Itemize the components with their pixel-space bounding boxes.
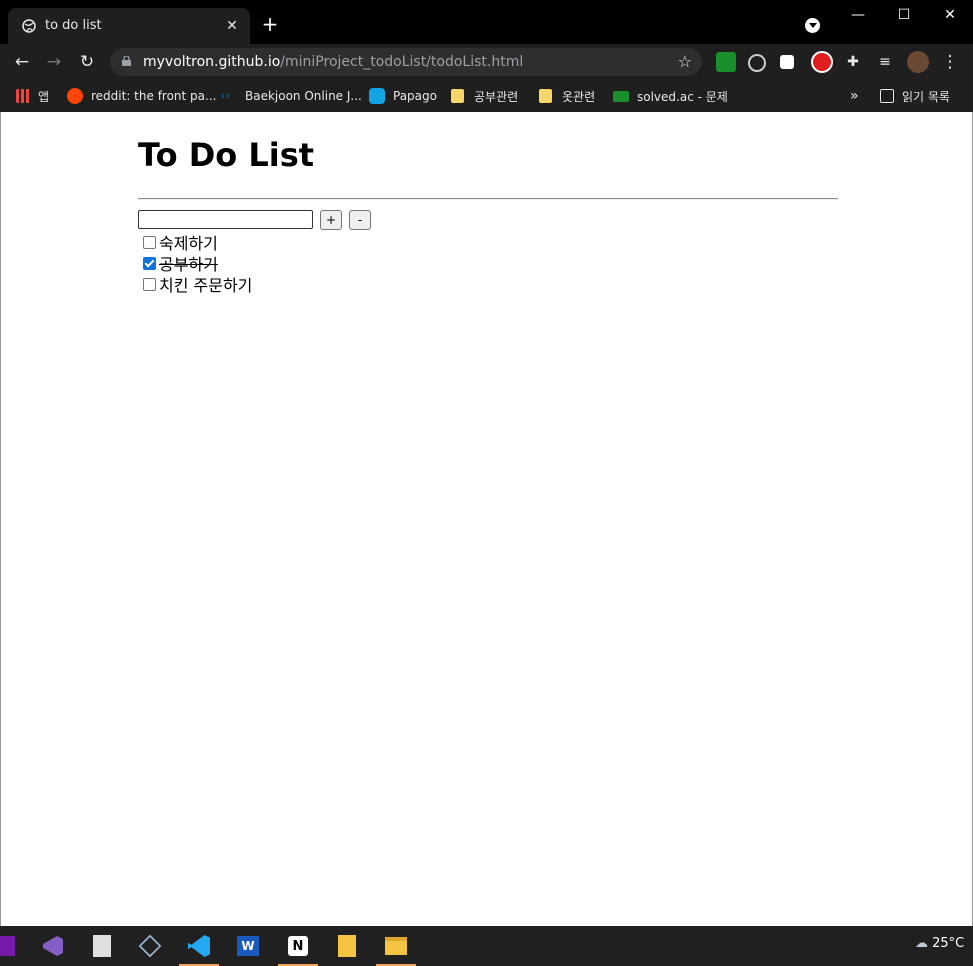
app-glyph	[0, 936, 15, 956]
bookmark-item[interactable]: solved.ac - 문제	[613, 85, 728, 107]
page-content: To Do List + - 숙제하기 공부하기 치킨 주문하기	[0, 112, 973, 926]
todo-item: 숙제하기	[140, 232, 218, 253]
cloud-rain-icon: ☁	[915, 936, 928, 951]
bookmark-item[interactable]: Papago	[369, 85, 437, 107]
more-bookmarks-chevron-icon[interactable]: »	[850, 85, 859, 107]
app-glyph: N	[288, 936, 308, 956]
url-host: myvoltron.github.io	[143, 54, 281, 70]
divider	[138, 198, 838, 200]
app-glyph	[93, 935, 111, 957]
visual-studio-app-icon[interactable]	[38, 932, 68, 960]
page-title: To Do List	[138, 136, 315, 174]
forward-arrow-icon[interactable]: →	[42, 50, 66, 74]
solvedac-icon	[613, 90, 629, 102]
minimize-button[interactable]: —	[835, 0, 881, 30]
address-bar[interactable]: myvoltron.github.io/miniProject_todoList…	[110, 48, 702, 76]
lock-icon	[122, 56, 131, 66]
bookmark-label: 옷관련	[562, 89, 596, 104]
tab-active[interactable]: to do list ✕	[8, 8, 250, 44]
tab-close-icon[interactable]: ✕	[222, 16, 242, 36]
add-todo-button[interactable]: +	[320, 210, 342, 230]
bookmark-label: Baekjoon Online J...	[245, 89, 362, 103]
new-tab-button[interactable]: +	[260, 14, 280, 34]
profile-avatar[interactable]	[907, 51, 929, 73]
folder-icon	[451, 89, 464, 103]
reddit-icon	[67, 88, 83, 104]
reading-list-icon	[880, 89, 894, 103]
maximize-button[interactable]: ☐	[881, 0, 927, 30]
todo-checkbox[interactable]	[143, 256, 156, 270]
bookmark-label: solved.ac - 문제	[637, 89, 728, 104]
browser-toolbar: ← → ↻ myvoltron.github.io/miniProject_to…	[0, 44, 973, 80]
adblock-extension-icon[interactable]	[811, 51, 833, 73]
folder-icon	[539, 89, 552, 103]
todo-checkbox[interactable]	[143, 277, 156, 291]
bookmark-star-icon[interactable]: ☆	[678, 52, 692, 71]
tab-strip: to do list ✕ + — ☐ ✕	[0, 0, 973, 44]
bookmarks-bar: 앱 reddit: the front pa... ‹› Baekjoon On…	[0, 80, 973, 112]
bookmark-folder[interactable]: 옷관련	[539, 85, 595, 107]
todo-text: 치킨 주문하기	[159, 276, 253, 295]
python-app-icon[interactable]	[87, 932, 117, 960]
papago-icon	[369, 88, 385, 104]
app-glyph	[43, 936, 63, 956]
word-app-icon[interactable]: W	[233, 932, 263, 960]
reading-list-label: 읽기 목록	[902, 89, 950, 104]
bookmark-folder[interactable]: 공부관련	[451, 85, 518, 107]
notion-app-icon[interactable]: N	[278, 932, 318, 966]
bookmark-label: 앱	[38, 89, 50, 104]
weather-temp: 25°C	[932, 936, 965, 951]
app-glyph: W	[237, 936, 259, 956]
menu-kebab-icon[interactable]: ⋮	[938, 50, 962, 74]
bookmark-label: 공부관련	[474, 89, 519, 104]
code-brackets-icon: ‹›	[221, 89, 230, 102]
solvedac-extension-icon[interactable]	[716, 52, 736, 72]
bookmark-apps[interactable]: 앱	[16, 85, 49, 107]
reading-list-button[interactable]: 읽기 목록	[880, 85, 950, 107]
apps-grid-icon	[16, 89, 30, 103]
media-control-icon[interactable]: ≡	[873, 50, 897, 74]
todo-checkbox[interactable]	[143, 235, 156, 249]
reload-icon[interactable]: ↻	[75, 50, 99, 74]
bookmark-label: Papago	[393, 89, 437, 103]
todo-item: 공부하기	[140, 253, 218, 274]
bookmark-item[interactable]: ‹› Baekjoon Online J...	[221, 85, 362, 107]
file-explorer-app-icon[interactable]	[376, 932, 416, 966]
todo-input[interactable]	[138, 210, 313, 229]
url-text: myvoltron.github.io/miniProject_todoList…	[143, 54, 523, 70]
translate-extension-icon[interactable]	[748, 54, 766, 72]
app-glyph	[188, 935, 210, 957]
virtualbox-app-icon[interactable]	[135, 932, 165, 960]
browser-chrome: to do list ✕ + — ☐ ✕ ← → ↻ myvoltron.git…	[0, 0, 973, 112]
todo-item: 치킨 주문하기	[140, 274, 253, 295]
back-arrow-icon[interactable]: ←	[10, 50, 34, 74]
tab-title: to do list	[45, 18, 102, 33]
remove-todo-button[interactable]: -	[349, 210, 371, 230]
bookmark-item[interactable]: reddit: the front pa...	[67, 85, 216, 107]
globe-icon	[22, 19, 36, 33]
media-extension-icon[interactable]	[780, 55, 794, 69]
app-glyph	[338, 935, 356, 957]
os-taskbar: W N ☁ 25°C	[0, 926, 973, 966]
file-app-icon[interactable]	[332, 932, 362, 960]
url-path: /miniProject_todoList/todoList.html	[280, 54, 524, 70]
app-glyph	[385, 937, 407, 955]
weather-widget[interactable]: ☁ 25°C	[915, 936, 964, 951]
app-glyph	[138, 934, 162, 958]
close-window-button[interactable]: ✕	[927, 0, 973, 30]
vscode-app-icon[interactable]	[179, 932, 219, 966]
bookmark-label: reddit: the front pa...	[91, 89, 217, 103]
onenote-app-icon[interactable]	[0, 932, 20, 960]
tab-search-icon[interactable]	[805, 18, 820, 33]
extensions-puzzle-icon[interactable]: ✚	[841, 50, 865, 74]
